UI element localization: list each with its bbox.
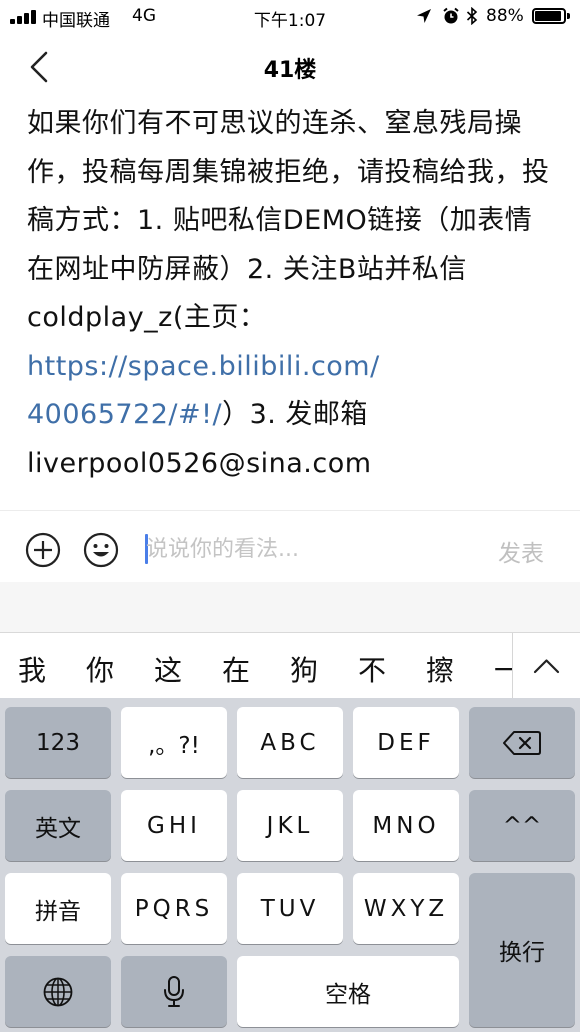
key-abc[interactable]: ABC	[237, 707, 343, 778]
candidate-item[interactable]: 这	[154, 649, 182, 689]
key-ghi[interactable]: GHI	[121, 790, 227, 861]
post-text: 如果你们有不可思议的连杀、窒息残局操作，投稿每周集锦被拒绝，请投稿给我，投稿方式…	[27, 108, 550, 333]
backspace-icon	[503, 730, 541, 755]
candidate-item[interactable]: 你	[86, 649, 114, 689]
key-label: 123	[36, 729, 80, 756]
key-pinyin[interactable]: 拼音	[5, 873, 111, 944]
candidate-bar: 我 你 这 在 狗 不 擦 一	[0, 632, 580, 699]
candidate-item[interactable]: 一	[494, 649, 512, 689]
key-label: 换行	[499, 940, 545, 966]
candidate-item[interactable]: 擦	[426, 649, 454, 689]
comment-input[interactable]	[146, 528, 476, 570]
key-label: WXYZ	[363, 895, 449, 922]
key-tuv[interactable]: TUV	[237, 873, 343, 944]
post-email: liverpool0526@sina.com	[27, 447, 372, 479]
key-label: PQRS	[134, 895, 214, 922]
divider	[0, 510, 580, 511]
key-label: 英文	[35, 815, 81, 842]
enter-button[interactable]: 换行	[469, 873, 575, 1027]
post-text-continued: ）3. 发邮箱	[222, 399, 368, 430]
candidate-item[interactable]: 我	[18, 649, 46, 689]
battery-percent: 88%	[486, 6, 524, 26]
status-bar: 中国联通 4G 下午1:07 88%	[0, 0, 580, 34]
key-label: ^^	[502, 812, 542, 839]
delete-button[interactable]	[469, 707, 575, 778]
key-label: 空格	[325, 981, 371, 1008]
post-content: 如果你们有不可思议的连杀、窒息残局操作，投稿每周集锦被拒绝，请投稿给我，投稿方式…	[27, 100, 557, 488]
key-jkl[interactable]: JKL	[237, 790, 343, 861]
location-icon	[417, 9, 431, 23]
comment-bar: 发表	[0, 520, 580, 576]
key-label: MNO	[372, 812, 440, 839]
key-english[interactable]: 英文	[5, 790, 111, 861]
key-wxyz[interactable]: WXYZ	[353, 873, 459, 944]
key-label: ,。?!	[148, 732, 200, 759]
key-label: ABC	[260, 729, 320, 756]
globe-button[interactable]	[5, 956, 111, 1027]
send-button[interactable]: 发表	[498, 534, 544, 568]
key-label: 拼音	[35, 898, 81, 925]
key-label: TUV	[260, 895, 320, 922]
plus-circle-icon[interactable]	[25, 532, 61, 568]
key-label: JKL	[266, 812, 314, 839]
microphone-button[interactable]	[121, 956, 227, 1027]
content-background	[0, 582, 580, 632]
microphone-icon	[164, 975, 184, 1007]
candidate-item[interactable]: 狗	[290, 649, 318, 689]
key-emoticon[interactable]: ^^	[469, 790, 575, 861]
key-def[interactable]: DEF	[353, 707, 459, 778]
key-punctuation[interactable]: ,。?!	[121, 707, 227, 778]
emoji-icon[interactable]	[83, 532, 119, 568]
alarm-icon	[443, 7, 459, 24]
key-label: GHI	[147, 812, 201, 839]
space-button[interactable]: 空格	[237, 956, 459, 1027]
page-title: 41楼	[263, 58, 317, 83]
keyboard: 123 ,。?! ABC DEF 英文 GHI JKL MNO ^^ 拼音 PQ…	[0, 698, 580, 1032]
candidate-item[interactable]: 不	[358, 649, 386, 689]
key-pqrs[interactable]: PQRS	[121, 873, 227, 944]
key-label: DEF	[377, 729, 435, 756]
key-123[interactable]: 123	[5, 707, 111, 778]
key-mno[interactable]: MNO	[353, 790, 459, 861]
candidate-item[interactable]: 在	[222, 649, 250, 689]
bluetooth-icon	[466, 7, 478, 25]
nav-bar: 41楼	[0, 38, 580, 94]
profile-link-part1[interactable]: https://space.bilibili.com/	[27, 351, 380, 382]
battery-icon	[532, 8, 570, 24]
chevron-up-icon[interactable]	[513, 633, 580, 699]
profile-link-part2[interactable]: 40065722/#!/	[27, 399, 222, 430]
globe-icon	[43, 977, 73, 1006]
